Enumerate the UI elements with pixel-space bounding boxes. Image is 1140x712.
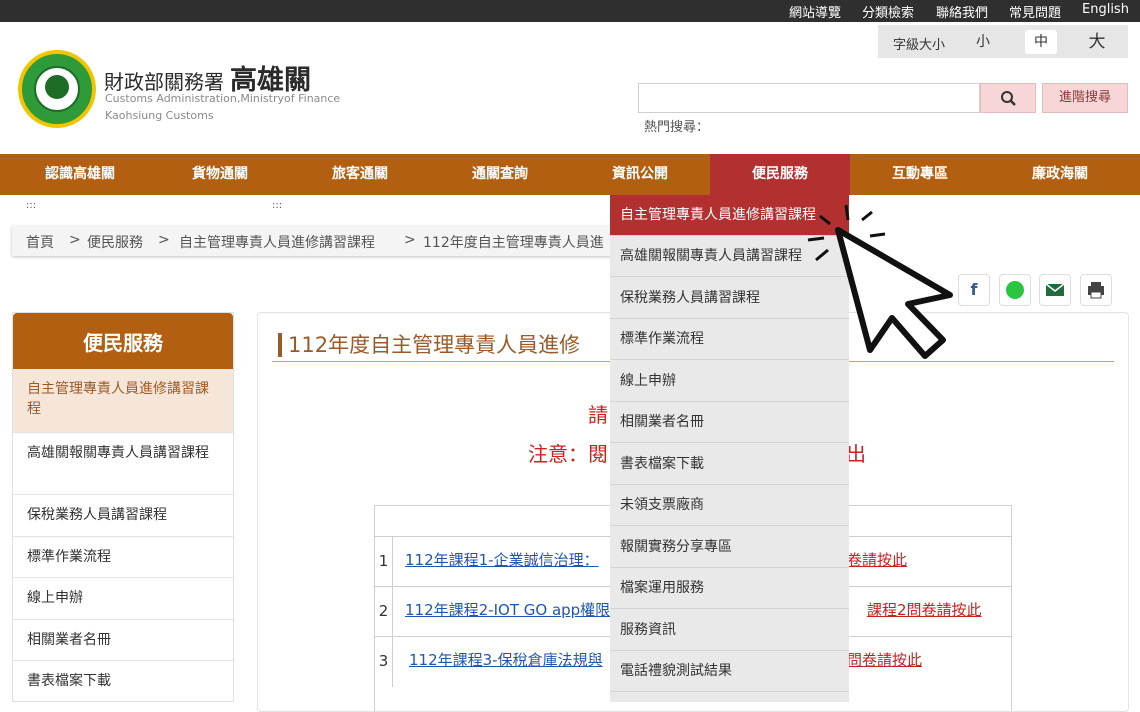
nav-item-query[interactable]: 通關查詢 (430, 154, 570, 195)
nav-item-interactive[interactable]: 互動專區 (850, 154, 990, 195)
search-button[interactable] (980, 83, 1036, 113)
site-title-prefix: 財政部關務署 (104, 70, 224, 94)
customs-logo[interactable] (18, 50, 96, 128)
row-number: 1 (375, 537, 393, 587)
survey-link[interactable]: 問卷請按此 (847, 649, 922, 670)
dropdown-item-forms[interactable]: 書表檔案下載 (610, 444, 849, 485)
print-button[interactable] (1080, 274, 1112, 306)
breadcrumb-home[interactable]: 首頁 (26, 232, 54, 252)
print-icon (1088, 282, 1104, 299)
dropdown-item-directory[interactable]: 相關業者名冊 (610, 402, 849, 443)
survey-link[interactable]: 課程2問卷請按此 (867, 599, 982, 620)
email-share-button[interactable] (1039, 274, 1071, 306)
pointer-cursor-icon (807, 204, 953, 359)
font-size-large-button[interactable]: 大 (1081, 30, 1113, 54)
course-link[interactable]: 112年課程3-保稅倉庫法規與 (409, 649, 603, 670)
row-number: 2 (375, 587, 393, 637)
search-icon (1001, 91, 1016, 106)
search-input[interactable] (638, 83, 980, 113)
breadcrumb-sep: > (158, 232, 170, 248)
sidebar-item-forms[interactable]: 書表檔案下載 (13, 661, 233, 701)
course-link[interactable]: 112年課程2-IOT GO app權限 (405, 599, 610, 620)
notice-line-1: 請 (588, 403, 608, 427)
line-icon (1006, 281, 1024, 299)
breadcrumb: 首頁 > 便民服務 > 自主管理專責人員進修講習課程 > 112年度自主管理專責… (12, 226, 652, 256)
survey-link[interactable]: 卷請按此 (847, 549, 907, 570)
sidebar-item-directory[interactable]: 相關業者名冊 (13, 620, 233, 661)
row-number: 3 (375, 637, 393, 687)
page-title: 112年度自主管理專責人員進修 (278, 333, 580, 357)
nav-item-passenger[interactable]: 旅客通關 (290, 154, 430, 195)
course-link[interactable]: 112年課程1-企業誠信治理： (405, 549, 599, 570)
accesskey-left[interactable]: ::: (26, 200, 36, 211)
sidebar-item-declarant-course[interactable]: 高雄關報關專責人員講習課程 (13, 433, 233, 495)
hot-search-label: 熱門搜尋： (644, 120, 710, 135)
breadcrumb-sep: > (404, 232, 416, 248)
dropdown-item-archive-service[interactable]: 檔案運用服務 (610, 568, 849, 609)
sidebar-item-bonded-course[interactable]: 保稅業務人員講習課程 (13, 495, 233, 537)
breadcrumb-sep: > (69, 232, 81, 248)
dropdown-item-phone-test[interactable]: 電話禮貌測試結果 (610, 651, 849, 692)
sidebar-title: 便民服務 (13, 313, 233, 369)
sidebar-item-sop[interactable]: 標準作業流程 (13, 537, 233, 578)
font-size-small-button[interactable]: 小 (968, 30, 998, 54)
link-contact[interactable]: 聯絡我們 (936, 2, 988, 21)
accesskey-center[interactable]: ::: (272, 200, 282, 211)
notice-line-2-tail: 出 (846, 442, 866, 466)
notice-line-2: 注意：閱 (528, 442, 608, 466)
dropdown-item-practice-sharing[interactable]: 報關實務分享專區 (610, 527, 849, 568)
facebook-icon: f (970, 280, 978, 299)
breadcrumb-course[interactable]: 自主管理專責人員進修講習課程 (179, 232, 375, 252)
sidebar-item-online-apply[interactable]: 線上申辦 (13, 578, 233, 620)
main-nav: 認識高雄關 貨物通關 旅客通關 通關查詢 資訊公開 便民服務 互動專區 廉政海關 (0, 154, 1140, 195)
sidebar-item-self-management-course[interactable]: 自主管理專責人員進修講習課程 (13, 369, 233, 433)
email-icon (1045, 283, 1065, 296)
nav-item-cargo[interactable]: 貨物通關 (150, 154, 290, 195)
nav-item-integrity[interactable]: 廉政海關 (990, 154, 1130, 195)
dropdown-item-uncollected-checks[interactable]: 未領支票廠商 (610, 485, 849, 526)
font-size-label: 字級大小 (893, 38, 946, 53)
top-utility-bar: 網站導覽 分類檢索 聯絡我們 常見問題 English (0, 0, 1140, 22)
advanced-search-button[interactable]: 進階搜尋 (1042, 83, 1128, 113)
line-share-button[interactable] (999, 274, 1031, 306)
link-faq[interactable]: 常見問題 (1009, 2, 1061, 21)
link-category-search[interactable]: 分類檢索 (862, 2, 914, 21)
font-size-medium-button[interactable]: 中 (1025, 30, 1057, 54)
site-subtitle-1: Customs Administration,Ministryof Financ… (105, 92, 341, 105)
breadcrumb-current: 112年度自主管理專責人員進 (423, 235, 604, 251)
link-sitemap[interactable]: 網站導覽 (789, 2, 841, 21)
sidebar: 便民服務 自主管理專責人員進修講習課程 高雄關報關專責人員講習課程 保稅業務人員… (12, 312, 234, 702)
nav-item-info[interactable]: 資訊公開 (570, 154, 710, 195)
site-subtitle-2: Kaohsiung Customs (105, 109, 214, 122)
link-english[interactable]: English (1082, 2, 1129, 17)
nav-item-about[interactable]: 認識高雄關 (10, 154, 150, 195)
font-size-control: 字級大小 小 中 大 (878, 25, 1128, 58)
nav-item-services[interactable]: 便民服務 (710, 154, 850, 195)
dropdown-item-service-info[interactable]: 服務資訊 (610, 610, 849, 651)
breadcrumb-services[interactable]: 便民服務 (87, 232, 143, 252)
